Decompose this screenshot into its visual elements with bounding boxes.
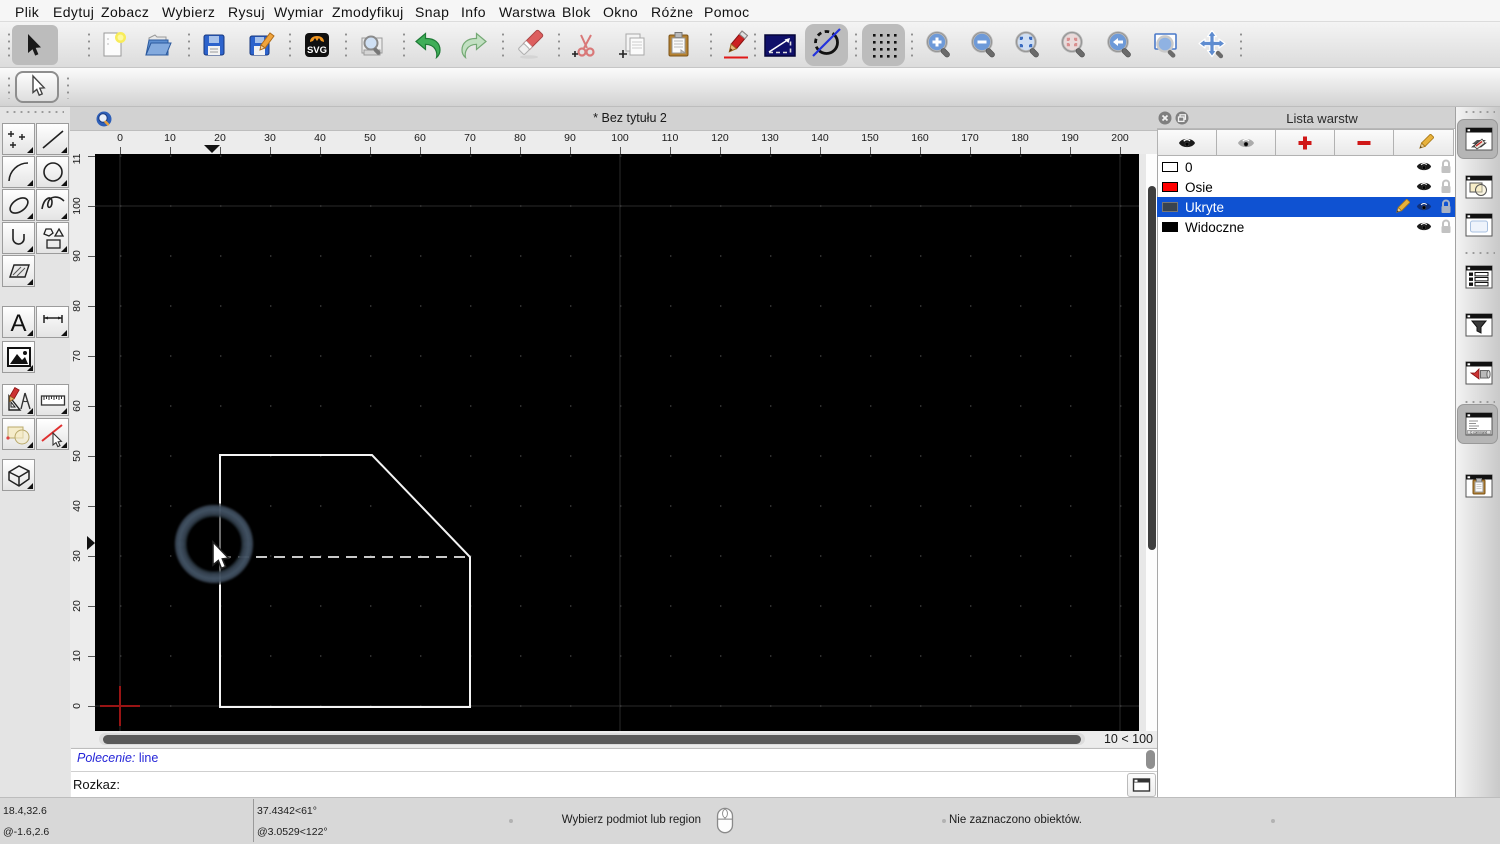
svg-text:SVG: SVG (307, 45, 327, 56)
svg-text:A: A (10, 310, 26, 336)
svg-text:C command: C command (1470, 431, 1487, 435)
